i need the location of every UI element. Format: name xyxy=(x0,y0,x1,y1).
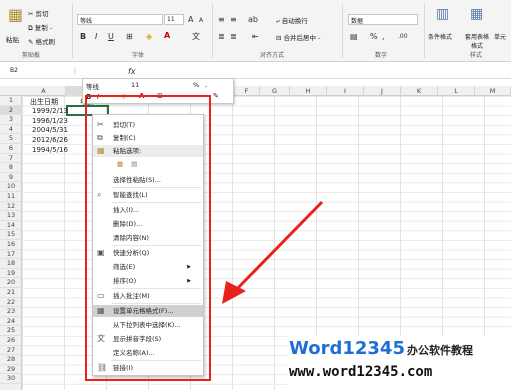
watermark-url: www.word12345.com xyxy=(289,364,433,380)
watermark-brand: Word12345 xyxy=(289,338,405,359)
watermark-cn: 办公软件教程 xyxy=(407,344,473,357)
watermark: Word12345 办公软件教程 www.word12345.com xyxy=(287,336,511,390)
red-arrow-icon xyxy=(222,200,324,304)
